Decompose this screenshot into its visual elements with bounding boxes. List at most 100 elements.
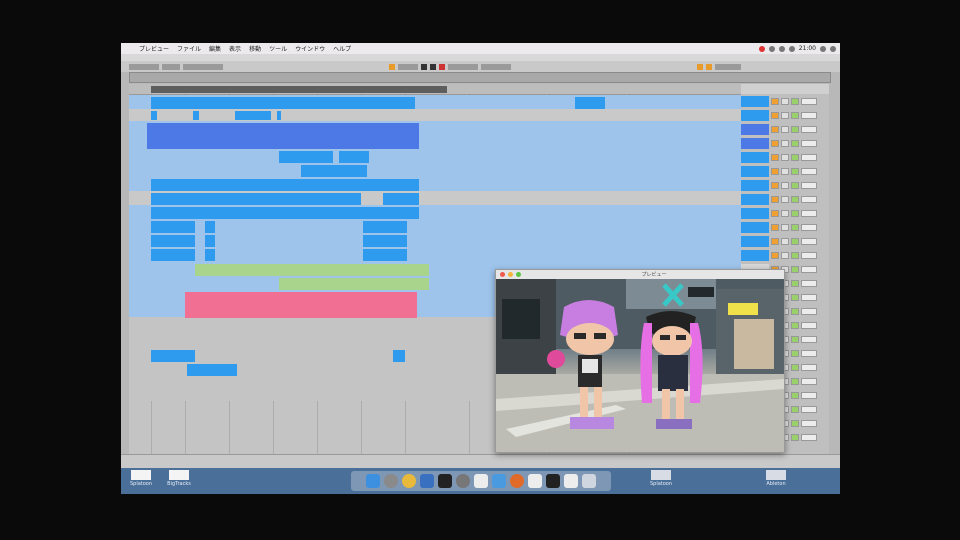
solo-button[interactable] <box>781 168 789 175</box>
arm-button[interactable] <box>791 210 799 217</box>
track-name[interactable] <box>741 110 769 121</box>
clip[interactable] <box>187 364 237 376</box>
menu-file[interactable]: ファイル <box>173 44 205 53</box>
solo-button[interactable] <box>781 140 789 147</box>
clip[interactable] <box>151 111 157 120</box>
window-icon[interactable] <box>546 474 560 488</box>
track-lane[interactable] <box>129 247 741 261</box>
clip[interactable] <box>147 123 419 149</box>
solo-button[interactable] <box>781 252 789 259</box>
clip[interactable] <box>151 249 195 261</box>
volume-field[interactable] <box>801 140 817 147</box>
arrangement-overview[interactable] <box>129 72 831 83</box>
tempo-control[interactable] <box>129 63 159 70</box>
arm-button[interactable] <box>791 294 799 301</box>
clip[interactable] <box>383 193 419 205</box>
solo-button[interactable] <box>781 154 789 161</box>
clip[interactable] <box>195 264 429 276</box>
menu-edit[interactable]: 編集 <box>205 44 225 53</box>
volume-field[interactable] <box>801 280 817 287</box>
solo-button[interactable] <box>781 238 789 245</box>
document-icon[interactable] <box>564 474 578 488</box>
track-header[interactable] <box>741 249 829 262</box>
arm-button[interactable] <box>791 98 799 105</box>
preview-window[interactable]: プレビュー <box>495 269 785 453</box>
arm-button[interactable] <box>791 350 799 357</box>
clip[interactable] <box>363 221 407 233</box>
activator-button[interactable] <box>771 238 779 245</box>
activator-button[interactable] <box>771 154 779 161</box>
volume-field[interactable] <box>801 406 817 413</box>
activator-button[interactable] <box>771 112 779 119</box>
arm-button[interactable] <box>791 224 799 231</box>
track-name[interactable] <box>741 222 769 233</box>
document-icon[interactable] <box>528 474 542 488</box>
clip[interactable] <box>151 350 195 362</box>
live-icon[interactable] <box>438 474 452 488</box>
arm-button[interactable] <box>791 196 799 203</box>
finder-icon[interactable] <box>366 474 380 488</box>
wifi-icon[interactable] <box>768 45 775 52</box>
position-display[interactable] <box>398 63 418 70</box>
track-header[interactable] <box>741 137 829 150</box>
menu-app[interactable]: プレビュー <box>135 44 173 53</box>
activator-button[interactable] <box>771 126 779 133</box>
volume-field[interactable] <box>801 434 817 441</box>
metronome-control[interactable] <box>183 63 223 70</box>
activator-button[interactable] <box>771 210 779 217</box>
arm-button[interactable] <box>791 434 799 441</box>
zoom-icon[interactable] <box>516 272 521 277</box>
track-name[interactable] <box>741 152 769 163</box>
clip[interactable] <box>301 165 367 177</box>
volume-field[interactable] <box>801 294 817 301</box>
signature-control[interactable] <box>162 63 180 70</box>
arm-button[interactable] <box>791 336 799 343</box>
track-header[interactable] <box>741 95 829 108</box>
arm-button[interactable] <box>791 364 799 371</box>
arm-button[interactable] <box>791 238 799 245</box>
clip[interactable] <box>151 221 195 233</box>
track-name[interactable] <box>741 124 769 135</box>
volume-field[interactable] <box>801 392 817 399</box>
launchpad-icon[interactable] <box>384 474 398 488</box>
track-name[interactable] <box>741 138 769 149</box>
menu-tools[interactable]: ツール <box>265 44 291 53</box>
clip[interactable] <box>277 111 281 120</box>
solo-button[interactable] <box>781 182 789 189</box>
arm-button[interactable] <box>791 252 799 259</box>
desktop-file[interactable]: Splatoon <box>641 470 681 487</box>
clip[interactable] <box>575 97 605 109</box>
loop-length-display[interactable] <box>481 63 511 70</box>
clip[interactable] <box>151 179 419 191</box>
clip[interactable] <box>339 151 369 163</box>
settings-icon[interactable] <box>456 474 470 488</box>
spotlight-icon[interactable] <box>820 45 826 52</box>
volume-field[interactable] <box>801 224 817 231</box>
close-icon[interactable] <box>500 272 505 277</box>
clip[interactable] <box>363 249 407 261</box>
arm-button[interactable] <box>791 182 799 189</box>
clip[interactable] <box>393 350 405 362</box>
volume-field[interactable] <box>801 420 817 427</box>
track-name[interactable] <box>741 194 769 205</box>
loop-toggle[interactable] <box>389 63 395 70</box>
clip[interactable] <box>279 278 429 290</box>
minimize-icon[interactable] <box>508 272 513 277</box>
menu-help[interactable]: ヘルプ <box>329 44 355 53</box>
desktop-file[interactable]: Splatoon <box>123 470 159 487</box>
solo-button[interactable] <box>781 224 789 231</box>
track-name[interactable] <box>741 96 769 107</box>
track-header[interactable] <box>741 235 829 248</box>
track-lane[interactable] <box>129 149 741 163</box>
arm-button[interactable] <box>791 308 799 315</box>
track-name[interactable] <box>741 208 769 219</box>
arm-button[interactable] <box>791 168 799 175</box>
menubar-clock[interactable]: 21:00 <box>799 45 816 52</box>
arm-button[interactable] <box>791 378 799 385</box>
solo-button[interactable] <box>781 126 789 133</box>
clip[interactable] <box>363 235 407 247</box>
desktop-file[interactable]: Ableton <box>751 470 801 487</box>
arm-button[interactable] <box>791 406 799 413</box>
solo-button[interactable] <box>781 112 789 119</box>
menu-go[interactable]: 移動 <box>245 44 265 53</box>
